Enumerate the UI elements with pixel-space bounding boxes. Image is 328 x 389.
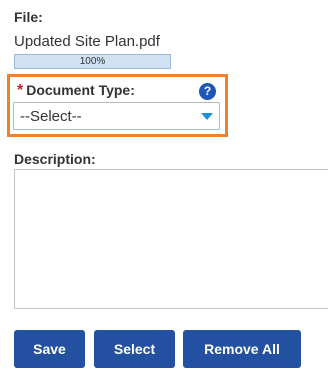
remove-all-button[interactable]: Remove All [183,330,301,368]
chevron-down-icon [201,113,213,120]
help-icon[interactable]: ? [199,83,216,100]
file-name: Updated Site Plan.pdf [14,33,160,50]
progress-text: 100% [79,56,106,67]
upload-progress-bar: 100% [14,54,171,69]
select-button[interactable]: Select [94,330,175,368]
description-textarea[interactable] [14,169,328,309]
document-type-selected-value: --Select-- [20,108,82,125]
description-label: Description: [14,151,96,167]
required-star: * [17,82,24,99]
document-type-label-row: * Document Type: [17,82,135,100]
upload-form: File: Updated Site Plan.pdf 100% * Docume… [0,0,328,389]
save-button[interactable]: Save [14,330,85,368]
document-type-section: * Document Type: ? --Select-- [7,74,228,137]
document-type-label: Document Type: [26,82,135,98]
document-type-select[interactable]: --Select-- [13,102,220,130]
file-label: File: [14,9,43,25]
